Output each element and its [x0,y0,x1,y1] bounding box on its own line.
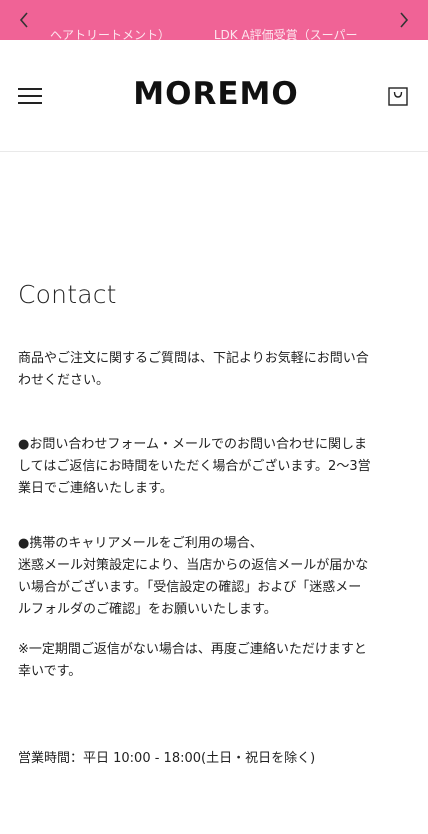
text-line: 幸いです。 [18,664,82,679]
chevron-left-icon [19,12,28,28]
logo-text: MOREMO [133,76,299,112]
page-title: Contact [18,280,117,309]
chevron-right-icon [400,12,409,28]
hamburger-line [18,102,42,104]
no-reply-paragraph: ※一定期間ご返信がない場合は、再度ご連絡いただけますと 幸いです。 [18,639,408,683]
text-line: 迷惑メール対策設定により、当店からの返信メールが届かな [18,558,369,573]
text-line: ※一定期間ご返信がない場合は、再度ご連絡いただけますと [18,642,367,657]
text-line: 業日でご連絡いたします。 [18,481,173,496]
cart-button[interactable] [386,84,410,108]
text-line: ルフォルダのご確認」をお願いいたします。 [18,602,277,617]
hamburger-line [18,95,42,97]
announcement-prev-button[interactable] [4,0,44,40]
intro-paragraph: 商品やご注文に関するご質問は、下記よりお気軽にお問い合 わせください。 [18,348,408,392]
text-line: 商品やご注文に関するご質問は、下記よりお気軽にお問い合 [18,351,369,366]
text-line: い場合がございます。「受信設定の確認」および「迷惑メー [18,580,362,595]
text-line: 営業時間：平日 10:00 - 18:00(土日・祝日を除く) [18,751,316,766]
announcement-ticker[interactable]: ヘアトリートメント） LDK A評価受賞（スーパー [50,28,378,40]
text-line: ●お問い合わせフォーム・メールでのお問い合わせに関しま [18,437,367,452]
business-hours: 営業時間：平日 10:00 - 18:00(土日・祝日を除く) [18,748,408,770]
hamburger-menu-icon [18,88,42,90]
menu-button[interactable] [18,86,44,106]
shopping-bag-icon [388,87,408,106]
announcement-next-button[interactable] [384,0,424,40]
carrier-mail-paragraph: ●携帯のキャリアメールをご利用の場合、 迷惑メール対策設定により、当店からの返信… [18,533,408,621]
announcement-item: LDK A評価受賞（スーパー [213,28,358,40]
text-line: してはご返信にお時間をいただく場合がございます。2〜3営 [18,459,371,474]
site-header: MOREMO [0,40,428,152]
site-logo[interactable]: MOREMO [133,76,297,112]
announcement-bar: ヘアトリートメント） LDK A評価受賞（スーパー [0,0,428,40]
reply-time-paragraph: ●お問い合わせフォーム・メールでのお問い合わせに関しま してはご返信にお時間をい… [18,434,408,500]
text-line: わせください。 [18,373,110,388]
announcement-item: ヘアトリートメント） [50,28,171,40]
text-line: ●携帯のキャリアメールをご利用の場合、 [18,536,263,551]
